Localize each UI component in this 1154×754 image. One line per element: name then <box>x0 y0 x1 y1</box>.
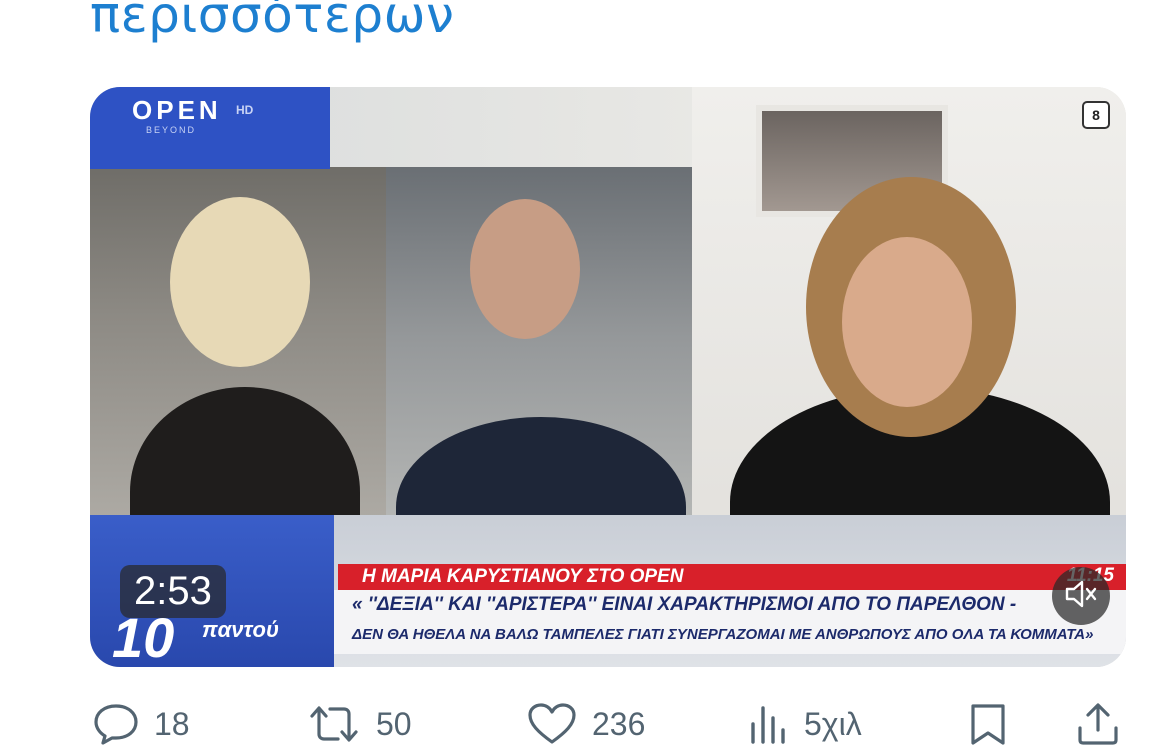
presenter-middle-head <box>470 199 580 339</box>
views-button[interactable]: 5χιλ <box>748 702 862 746</box>
guest-right-face <box>842 237 972 407</box>
video-player[interactable]: OPEN HD BEYOND 8 10 παντού Η ΜΑΡΙΑ ΚΑΡΥΣ… <box>90 87 1126 667</box>
channel-logo: OPEN <box>132 95 222 125</box>
channel-logo-hd: HD <box>236 103 254 117</box>
share-button[interactable] <box>1076 702 1120 746</box>
mute-button[interactable] <box>1052 567 1110 625</box>
like-button[interactable]: 236 <box>526 702 645 746</box>
retweet-count: 50 <box>376 705 412 742</box>
retweet-icon <box>306 702 362 746</box>
speaker-muted-icon <box>1064 579 1098 614</box>
channel-number-badge: 8 <box>1082 101 1110 129</box>
show-logo-word: παντού <box>202 617 279 642</box>
like-icon <box>526 702 578 746</box>
tweet-text: περισσότερων <box>90 0 455 44</box>
views-icon <box>748 702 790 746</box>
reply-button[interactable]: 18 <box>92 702 190 746</box>
tweet-actions: 18 50 236 5χιλ <box>0 690 1154 754</box>
bookmark-button[interactable] <box>968 702 1008 746</box>
reply-count: 18 <box>154 705 190 742</box>
views-count: 5χιλ <box>804 705 862 742</box>
reply-icon <box>92 702 140 746</box>
presenter-left-head <box>170 197 310 367</box>
channel-logo-sub: BEYOND <box>146 125 197 135</box>
ticker-headline: Η ΜΑΡΙΑ ΚΑΡΥΣΤΙΑΝΟΥ ΣΤΟ OPEN <box>338 564 746 590</box>
retweet-button[interactable]: 50 <box>306 702 412 746</box>
like-count: 236 <box>592 705 646 742</box>
share-icon <box>1076 702 1120 746</box>
ticker-subtitle-line1: « ''ΔΕΞΙΑ'' ΚΑΙ ''ΑΡΙΣΤΕΡΑ'' ΕΙΝΑΙ ΧΑΡΑΚ… <box>352 594 1017 615</box>
bookmark-icon <box>968 702 1008 746</box>
ticker-subtitle-line2: ΔΕΝ ΘΑ ΗΘΕΛΑ ΝΑ ΒΑΛΩ ΤΑΜΠΕΛΕΣ ΓΙΑΤΙ ΣΥΝΕ… <box>352 626 1094 643</box>
video-duration: 2:53 <box>120 565 226 618</box>
